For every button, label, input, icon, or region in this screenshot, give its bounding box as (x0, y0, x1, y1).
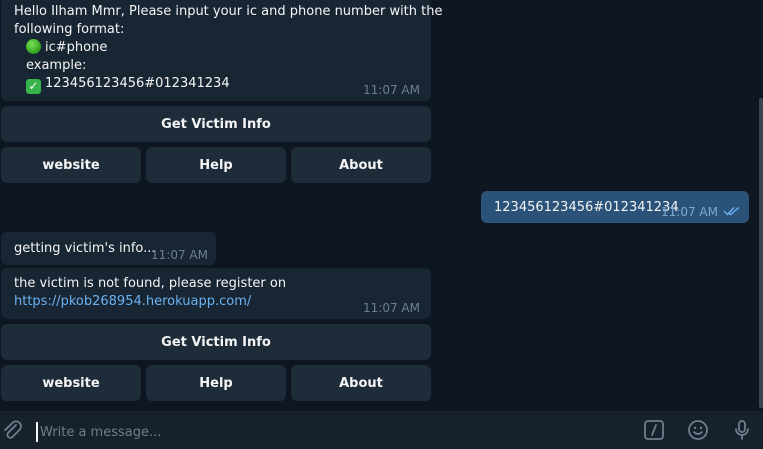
message-time: 11:07 AM (151, 248, 208, 262)
message-time: 11:07 AM (363, 83, 420, 97)
website-button[interactable]: website (1, 365, 141, 401)
format-text: ic#phone (45, 40, 108, 55)
message-text: getting victim's info... (14, 241, 156, 256)
help-button[interactable]: Help (146, 147, 286, 183)
paperclip-icon[interactable] (0, 411, 24, 449)
slash-commands-icon[interactable] (642, 411, 666, 449)
message-text: 123456123456#012341234 (494, 200, 679, 215)
message-text: the victim is not found, please register… (14, 276, 287, 291)
double-check-icon (723, 206, 740, 216)
register-link[interactable]: https://pkob268954.herokuapp.com/ (14, 293, 251, 311)
check-mark-icon: ✓ (26, 79, 41, 94)
message-time: 11:07 AM (661, 205, 718, 219)
bot-message-not-found: the victim is not found, please register… (1, 268, 431, 319)
microphone-icon[interactable] (730, 411, 754, 449)
example-line: ✓ 123456123456#012341234 (26, 75, 230, 94)
message-time: 11:07 AM (363, 301, 420, 315)
example-label: example: (26, 58, 87, 73)
smiley-icon[interactable] (686, 411, 710, 449)
user-message: 123456123456#012341234 11:07 AM (481, 191, 749, 223)
website-button[interactable]: website (1, 147, 141, 183)
message-text: following format: (14, 22, 125, 37)
bot-message-intro: Hello Ilham Mmr, Please input your ic an… (1, 0, 443, 101)
message-text: Hello Ilham Mmr, Please input your ic an… (14, 4, 443, 19)
get-victim-info-button[interactable]: Get Victim Info (1, 106, 431, 142)
about-button[interactable]: About (291, 365, 431, 401)
example-text: 123456123456#012341234 (45, 76, 230, 91)
message-input[interactable] (36, 422, 602, 442)
message-composer (0, 411, 763, 449)
chat-scrollbar[interactable] (759, 98, 763, 408)
green-circle-icon (26, 39, 41, 54)
chat-area: Hello Ilham Mmr, Please input your ic an… (0, 0, 763, 411)
bot-message-getting-info: getting victim's info... 11:07 AM (1, 232, 216, 265)
help-button[interactable]: Help (146, 365, 286, 401)
format-line: ic#phone (26, 39, 107, 57)
about-button[interactable]: About (291, 147, 431, 183)
get-victim-info-button[interactable]: Get Victim Info (1, 324, 431, 360)
